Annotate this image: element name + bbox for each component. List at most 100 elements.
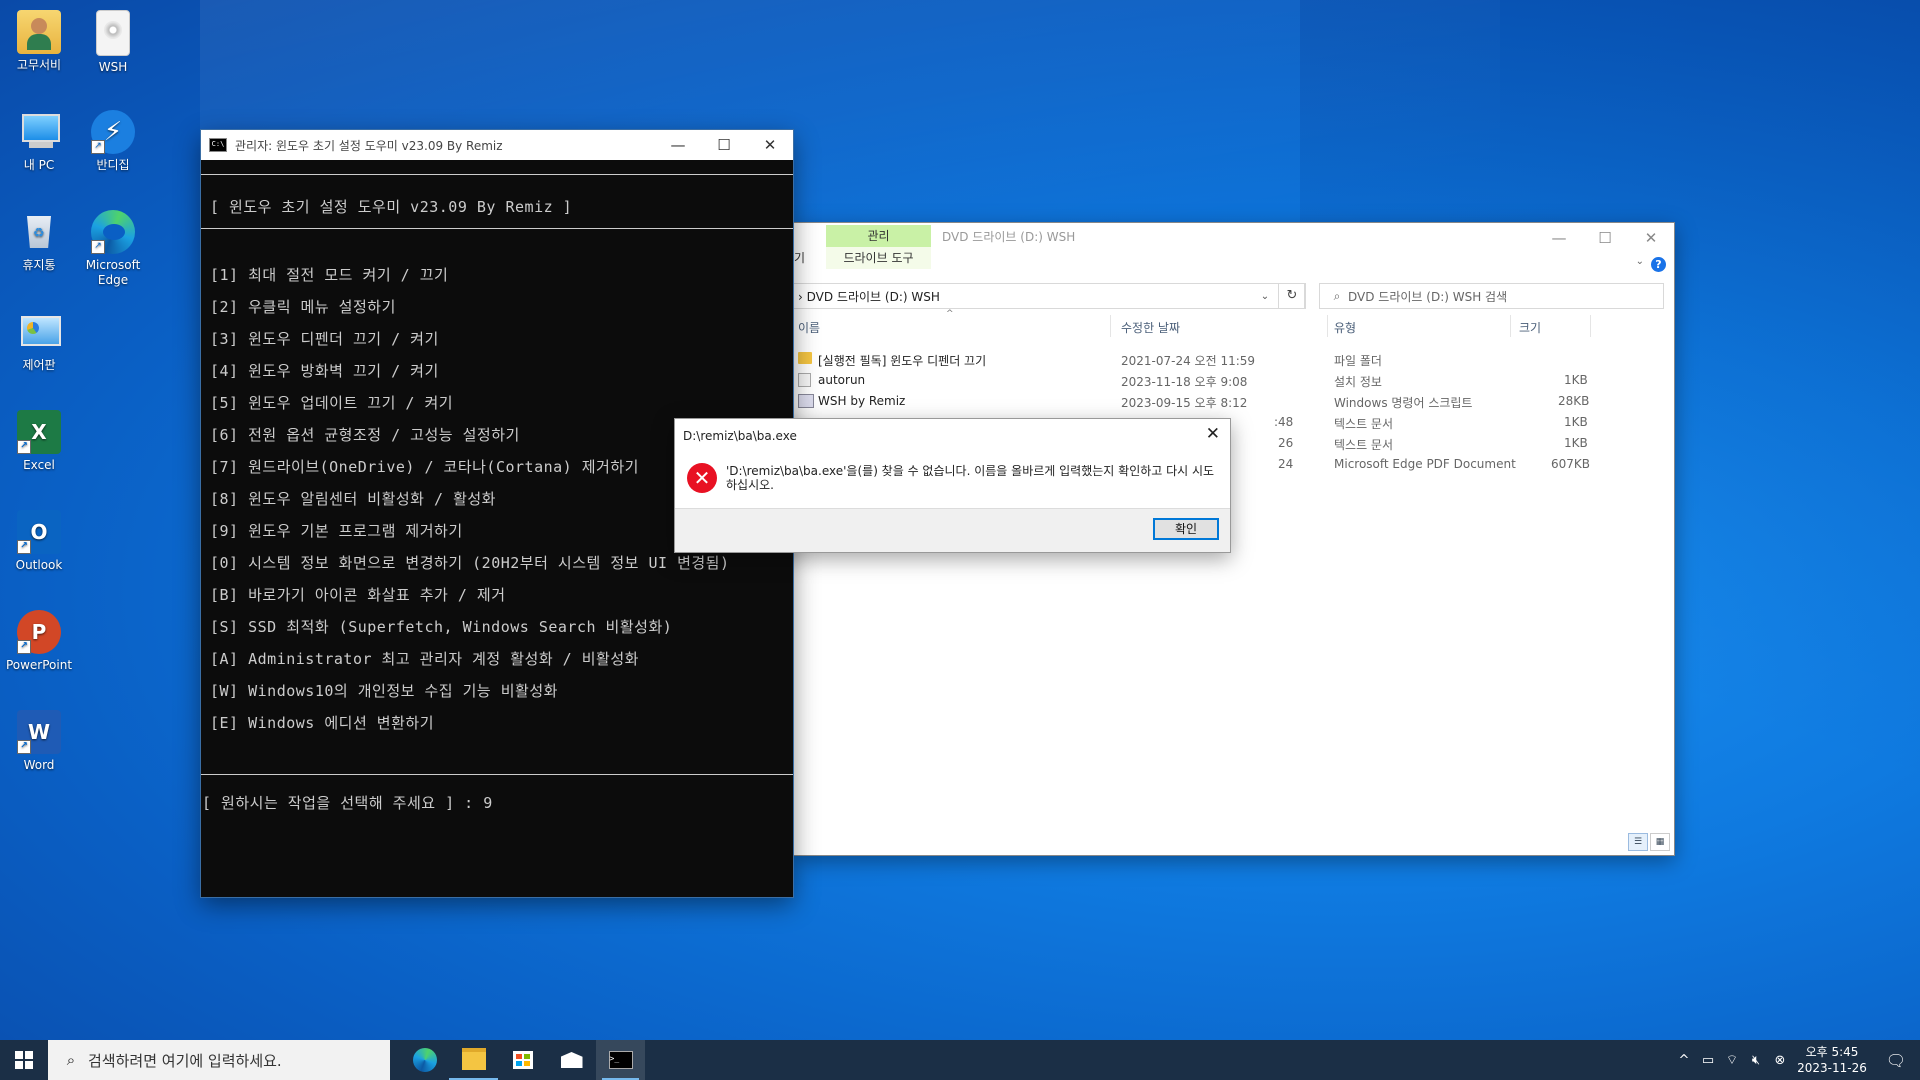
error-dialog[interactable]: D:\remiz\ba\ba.exe ✕ ✕ 'D:\remiz\ba\ba.e…	[674, 418, 1231, 553]
close-button[interactable]: ✕	[1206, 424, 1220, 444]
console-header: [ 윈도우 초기 설정 도우미 v23.09 By Remiz ]	[210, 198, 573, 216]
minimize-button[interactable]: —	[1536, 223, 1582, 253]
maximize-button[interactable]: ☐	[1582, 223, 1628, 253]
folder-icon	[798, 352, 812, 364]
user-folder-icon	[17, 10, 61, 54]
ribbon-tab-truncated[interactable]: 기	[794, 249, 805, 266]
desktop-icon-this-pc[interactable]: 내 PC	[0, 110, 78, 173]
taskbar-edge[interactable]	[400, 1040, 449, 1080]
taskbar-store[interactable]	[498, 1040, 547, 1080]
shortcut-arrow-icon: ↗	[17, 440, 31, 454]
column-header-size[interactable]: 크기	[1519, 319, 1541, 336]
speaker-muted-icon[interactable]: 🔇︎	[1744, 1053, 1768, 1068]
desktop-icon-excel[interactable]: X ↗ Excel	[0, 410, 78, 473]
menu-item: [A] Administrator 최고 관리자 계정 활성화 / 비활성화	[210, 650, 639, 668]
desktop-icon-user-folder[interactable]: 고무서비	[0, 10, 78, 73]
close-button[interactable]: ✕	[1628, 223, 1674, 253]
taskbar-file-explorer[interactable]	[449, 1040, 498, 1080]
shortcut-arrow-icon: ↗	[91, 140, 105, 154]
settings-file-icon	[798, 373, 811, 387]
desktop-icon-label: 내 PC	[23, 158, 55, 172]
input-indicator-icon[interactable]: ⊗	[1768, 1053, 1792, 1068]
ribbon-expand-icon[interactable]: ⌄	[1636, 256, 1644, 267]
folder-icon	[461, 1048, 486, 1070]
recycle-bin-icon: ♻	[17, 210, 61, 254]
menu-item: [8] 윈도우 알림센터 비활성화 / 활성화	[210, 490, 496, 508]
minimize-button[interactable]: —	[655, 130, 701, 160]
chevron-up-icon[interactable]: ^	[1672, 1053, 1696, 1068]
console-prompt: [ 원하시는 작업을 선택해 주세요 ] : 9	[202, 794, 493, 812]
file-row[interactable]: autorun 2023-11-18 오후 9:08 설치 정보 1KB	[794, 370, 1674, 391]
cmd-icon: C:\	[209, 138, 227, 152]
computer-icon	[17, 110, 61, 154]
close-button[interactable]: ✕	[747, 130, 793, 160]
menu-item: [W] Windows10의 개인정보 수집 기능 비활성화	[210, 682, 558, 700]
column-header-date[interactable]: 수정한 날짜	[1121, 319, 1180, 336]
battery-icon[interactable]: ▭	[1696, 1053, 1720, 1068]
clock-date: 2023-11-26	[1797, 1061, 1867, 1075]
desktop-icon-word[interactable]: W ↗ Word	[0, 710, 78, 773]
refresh-button[interactable]: ↻	[1278, 283, 1306, 309]
search-icon: ⌕	[66, 1051, 76, 1069]
menu-item: [6] 전원 옵션 균형조정 / 고성능 설정하기	[210, 426, 520, 444]
address-bar[interactable]: › DVD 드라이브 (D:) WSH ⌄	[794, 283, 1305, 309]
desktop-icon-label: 고무서비	[16, 58, 62, 72]
outlook-icon: O ↗	[17, 510, 61, 554]
desktop-icon-edge[interactable]: ↗ Microsoft Edge	[74, 210, 152, 288]
notification-icon[interactable]: 🗨︎	[1872, 1051, 1920, 1070]
start-button[interactable]	[0, 1040, 48, 1080]
column-header-type[interactable]: 유형	[1334, 319, 1356, 336]
desktop-icon-label: 제어판	[22, 358, 56, 372]
desktop-icon-powerpoint[interactable]: P ↗ PowerPoint	[0, 610, 78, 673]
edge-icon	[412, 1048, 437, 1072]
clock-time: 오후 5:45	[1805, 1045, 1859, 1059]
help-icon[interactable]: ?	[1651, 257, 1666, 272]
ribbon-tab-drive-tools[interactable]: 드라이브 도구	[826, 247, 931, 269]
desktop-icon-bandizip[interactable]: ⚡ ↗ 반디집	[74, 110, 152, 173]
search-icon: ⌕	[1333, 288, 1341, 303]
console-titlebar[interactable]: C:\ 관리자: 윈도우 초기 설정 도우미 v23.09 By Remiz —…	[201, 130, 793, 160]
details-view-icon[interactable]: ☰	[1628, 833, 1648, 851]
powerpoint-icon: P ↗	[17, 610, 61, 654]
taskbar-mail[interactable]	[547, 1040, 596, 1080]
file-row[interactable]: WSH by Remiz 2023-09-15 오후 8:12 Windows …	[794, 391, 1674, 412]
menu-item: [9] 윈도우 기본 프로그램 제거하기	[210, 522, 463, 540]
word-icon: W ↗	[17, 710, 61, 754]
cd-file-icon	[96, 10, 130, 56]
large-icons-view-icon[interactable]: ▦	[1650, 833, 1670, 851]
shortcut-arrow-icon: ↗	[17, 540, 31, 554]
desktop-icon-recycle-bin[interactable]: ♻ 휴지통	[0, 210, 78, 273]
dialog-message: 'D:\remiz\ba\ba.exe'을(를) 찾을 수 없습니다. 이름을 …	[726, 464, 1215, 492]
desktop-icon-outlook[interactable]: O ↗ Outlook	[0, 510, 78, 573]
system-tray: ^ ▭ ⌔ 🔇︎ ⊗ 오후 5:45 2023-11-26 🗨︎	[1672, 1040, 1920, 1080]
taskbar: ⌕ 검색하려면 여기에 입력하세요. >_ ^ ▭ ⌔ 🔇︎ ⊗ 오후 5:45…	[0, 1040, 1920, 1080]
window-title: 관리자: 윈도우 초기 설정 도우미 v23.09 By Remiz	[235, 138, 503, 153]
windows-logo-icon	[15, 1051, 33, 1069]
address-text: › DVD 드라이브 (D:) WSH	[798, 289, 940, 304]
edge-icon: ↗	[91, 210, 135, 254]
bandizip-icon: ⚡ ↗	[91, 110, 135, 154]
taskbar-cmd[interactable]: >_	[596, 1040, 645, 1080]
shortcut-arrow-icon: ↗	[91, 240, 105, 254]
column-header-name[interactable]: 이름	[798, 319, 820, 336]
desktop-icon-label: Word	[23, 758, 55, 772]
file-row[interactable]: [실행전 필독] 윈도우 디펜더 끄기 2021-07-24 오전 11:59 …	[794, 349, 1674, 370]
clock[interactable]: 오후 5:45 2023-11-26	[1792, 1044, 1872, 1076]
maximize-button[interactable]: ☐	[701, 130, 747, 160]
address-dropdown-icon[interactable]: ⌄	[1254, 291, 1276, 302]
network-icon[interactable]: ⌔	[1720, 1052, 1744, 1068]
menu-item: [7] 원드라이브(OneDrive) / 코타나(Cortana) 제거하기	[210, 458, 639, 476]
sort-indicator-icon: ^	[946, 309, 954, 319]
window-title: DVD 드라이브 (D:) WSH	[942, 230, 1076, 244]
taskbar-search[interactable]: ⌕ 검색하려면 여기에 입력하세요.	[48, 1040, 390, 1080]
desktop-icon-control-panel[interactable]: 제어판	[0, 310, 78, 373]
desktop-icon-wsh[interactable]: WSH	[74, 10, 152, 75]
menu-item: [2] 우클릭 메뉴 설정하기	[210, 298, 396, 316]
search-box[interactable]: ⌕ DVD 드라이브 (D:) WSH 검색	[1319, 283, 1664, 309]
ok-button[interactable]: 확인	[1153, 518, 1219, 540]
cmd-icon: >_	[608, 1051, 633, 1069]
desktop-icon-label: Microsoft Edge	[85, 258, 141, 287]
ribbon-tab-manage[interactable]: 관리	[826, 225, 931, 247]
dialog-title: D:\remiz\ba\ba.exe	[683, 429, 797, 443]
menu-item: [4] 윈도우 방화벽 끄기 / 켜기	[210, 362, 439, 380]
